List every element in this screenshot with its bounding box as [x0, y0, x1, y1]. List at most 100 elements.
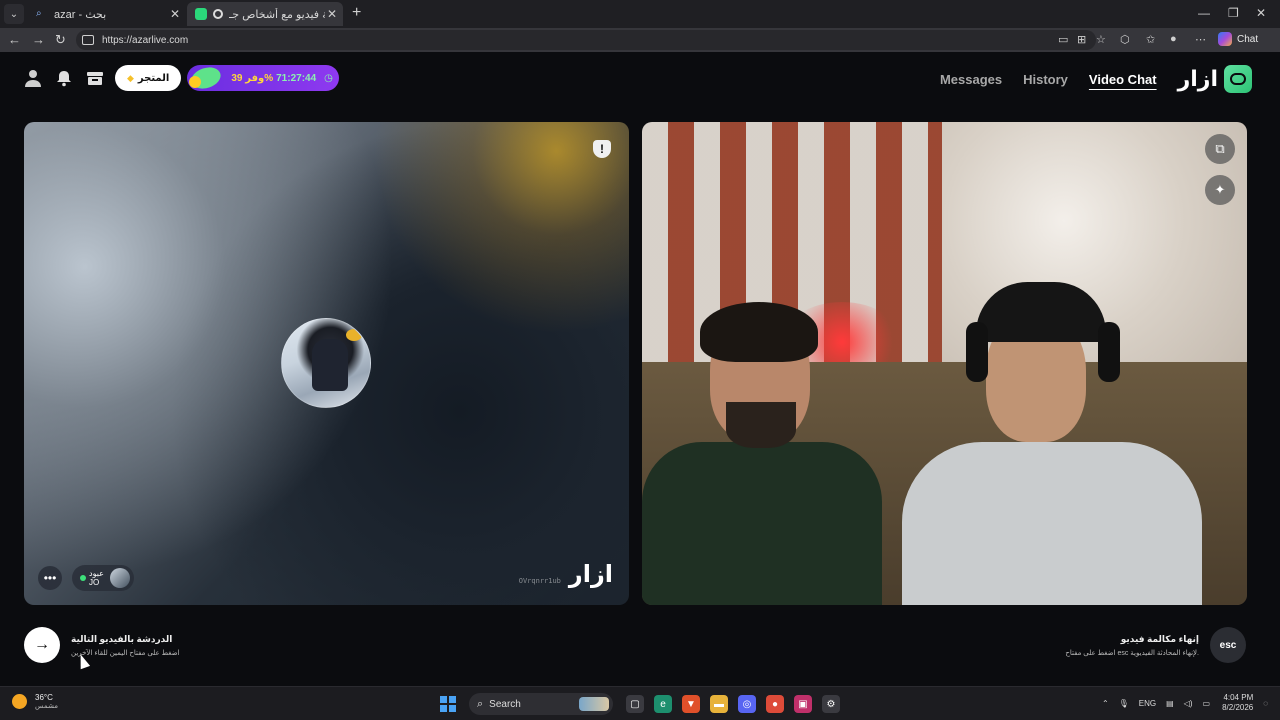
camera-switch-icon[interactable]: ⧉ [1205, 134, 1235, 164]
brave-browser-icon[interactable]: ▼ [682, 695, 700, 713]
back-icon[interactable]: ← [8, 32, 21, 48]
app-available-icon[interactable]: ⊞ [1077, 33, 1086, 46]
favorite-star-icon[interactable]: ☆ [1096, 33, 1106, 46]
browser-tab-bar: ⌄ ⌕ azar - بحث ✕ أزاردردشة فيديو مع أشخا… [0, 0, 1280, 28]
media-app-icon[interactable]: ▣ [794, 695, 812, 713]
promo-discount: وفر 39% [231, 72, 274, 84]
next-chat-action: → الدردشة بالفيديو التالية اضغط على مفتا… [24, 627, 180, 663]
azar-app: ◆ المتجر وفر 39% 71:27:44 ◷ Messages His… [0, 52, 1280, 686]
minimize-icon[interactable]: — [1198, 6, 1210, 20]
notification-bell-icon[interactable] [53, 67, 75, 89]
tab-actions-menu-icon[interactable]: ⌄ [4, 4, 24, 24]
beauty-effects-icon[interactable]: ✦ [1205, 175, 1235, 205]
gem-icon: ◆ [127, 72, 134, 83]
azar-logo-icon[interactable] [1224, 65, 1252, 93]
store-button[interactable]: ◆ المتجر [115, 65, 182, 91]
browser-toolbar: ← → ↻ https://azarlive.com ▭ ⊞ ☆ ⬡ ✩ ● ⋯… [0, 28, 1280, 52]
remote-panel-controls: ••• عبود JO [38, 565, 134, 591]
taskbar: 36°C مشمس ⌕ Search ▢ e ▼ ▬ ◎ ● ▣ ⚙ ⌃ 🎙 E… [0, 686, 1280, 720]
profile-icon[interactable] [22, 67, 44, 89]
remote-user-avatar [281, 318, 371, 408]
search-icon: ⌕ [36, 8, 42, 19]
forward-icon[interactable]: → [32, 32, 45, 48]
peer-name: عبود [89, 569, 104, 578]
weather-temp: 36°C [35, 693, 53, 702]
next-chat-hint: اضغط على مفتاح اليمين للقاء الآخرين [71, 649, 180, 657]
network-icon[interactable]: ▤ [1166, 699, 1174, 708]
tab-title: azar - بحث [54, 8, 107, 21]
system-tray: ⌃ 🎙 ENG ▤ ◁) ▭ 4:04 PM 8/2/2026 ◌ [1092, 693, 1268, 713]
file-explorer-icon[interactable]: ▬ [710, 695, 728, 713]
inventory-box-icon[interactable] [84, 67, 106, 89]
promo-timer: 71:27:44 [276, 72, 317, 84]
taskbar-apps: ⌕ Search ▢ e ▼ ▬ ◎ ● ▣ ⚙ [440, 693, 845, 715]
camera-icon[interactable]: ▭ [1058, 33, 1068, 46]
maximize-icon[interactable]: ❐ [1228, 6, 1239, 20]
extensions-icon[interactable]: ⬡ [1120, 33, 1130, 46]
microphone-icon[interactable]: 🎙 [1119, 699, 1129, 708]
esc-button[interactable]: esc [1210, 627, 1246, 663]
chat-label: Chat [1237, 33, 1259, 45]
nav-history[interactable]: History [1023, 72, 1068, 87]
chrome-icon[interactable]: ● [766, 695, 784, 713]
task-view-icon[interactable]: ▢ [626, 695, 644, 713]
taskbar-clock[interactable]: 4:04 PM 8/2/2026 [1222, 693, 1253, 713]
windows-start-icon[interactable] [440, 696, 456, 712]
promo-banner[interactable]: وفر 39% 71:27:44 ◷ [187, 63, 340, 93]
tab-title: أزاردردشة فيديو مع أشخاص جـ [229, 8, 325, 21]
url-text: https://azarlive.com [102, 34, 189, 46]
peer-country: JO [89, 578, 100, 587]
reload-icon[interactable]: ↻ [55, 32, 66, 48]
end-call-hint: اضغط على مفتاح esc لإنهاء المحادثة الفيد… [1065, 649, 1199, 657]
edge-browser-icon[interactable]: e [654, 695, 672, 713]
nav-messages[interactable]: Messages [940, 72, 1002, 87]
profile-avatar-icon[interactable]: ● [1170, 33, 1177, 45]
nav-video-chat[interactable]: Video Chat [1089, 72, 1157, 87]
next-arrow-button[interactable]: → [24, 627, 60, 663]
promo-illustration [187, 63, 225, 93]
discord-icon[interactable]: ◎ [738, 695, 756, 713]
site-info-icon[interactable] [82, 35, 94, 45]
remote-video-panel: ! ••• عبود JO OVrqnrr1ub ازار [24, 122, 629, 605]
azar-watermark: OVrqnrr1ub ازار [519, 560, 613, 589]
chat-bubble-icon[interactable]: ••• [38, 566, 62, 590]
browser-tab-azar[interactable]: أزاردردشة فيديو مع أشخاص جـ ✕ [187, 2, 343, 26]
language-indicator[interactable]: ENG [1139, 699, 1156, 708]
settings-gear-icon[interactable]: ⚙ [822, 695, 840, 713]
more-options-icon[interactable]: ⋯ [1195, 33, 1206, 46]
camera-person-right [902, 252, 1247, 605]
peer-info-chip[interactable]: عبود JO [72, 565, 134, 591]
search-label: Search [489, 698, 521, 710]
store-label: المتجر [137, 72, 170, 84]
copilot-icon [1218, 32, 1232, 46]
next-chat-title: الدردشة بالفيديو التالية [71, 633, 173, 644]
weather-condition: مشمس [35, 703, 58, 710]
taskbar-search[interactable]: ⌕ Search [469, 693, 613, 715]
copilot-chat-button[interactable]: Chat [1218, 32, 1258, 46]
search-highlight-image [579, 697, 609, 711]
peer-avatar [109, 568, 130, 588]
search-icon: ⌕ [477, 697, 484, 710]
notifications-icon[interactable]: ◌ [1263, 699, 1268, 708]
volume-icon[interactable]: ◁) [1184, 699, 1193, 708]
weather-widget[interactable]: 36°C مشمس [12, 693, 58, 710]
recording-indicator-icon [213, 9, 223, 19]
close-tab-icon[interactable]: ✕ [325, 7, 339, 21]
report-shield-icon[interactable]: ! [593, 140, 611, 158]
tray-overflow-icon[interactable]: ⌃ [1102, 699, 1109, 708]
online-status-icon [80, 575, 86, 581]
battery-icon[interactable]: ▭ [1203, 699, 1211, 708]
close-tab-icon[interactable]: ✕ [168, 7, 182, 21]
sun-icon [12, 694, 27, 709]
main-nav: Messages History Video Chat ازار [940, 65, 1252, 93]
window-close-icon[interactable]: ✕ [1256, 6, 1266, 20]
address-bar[interactable]: https://azarlive.com [76, 30, 1096, 50]
local-camera-panel: ⧉ ✦ [642, 122, 1247, 605]
new-tab-icon[interactable]: + [352, 4, 361, 22]
clock-icon: ◷ [324, 72, 333, 84]
header-actions: ◆ المتجر وفر 39% 71:27:44 ◷ [22, 63, 340, 93]
watermark-code: OVrqnrr1ub [518, 577, 561, 585]
browser-tab-search[interactable]: ⌕ azar - بحث ✕ [28, 2, 186, 26]
favorites-icon[interactable]: ✩ [1146, 33, 1155, 46]
end-call-action: إنهاء مكالمة فيديو اضغط على مفتاح esc لإ… [1065, 627, 1246, 663]
